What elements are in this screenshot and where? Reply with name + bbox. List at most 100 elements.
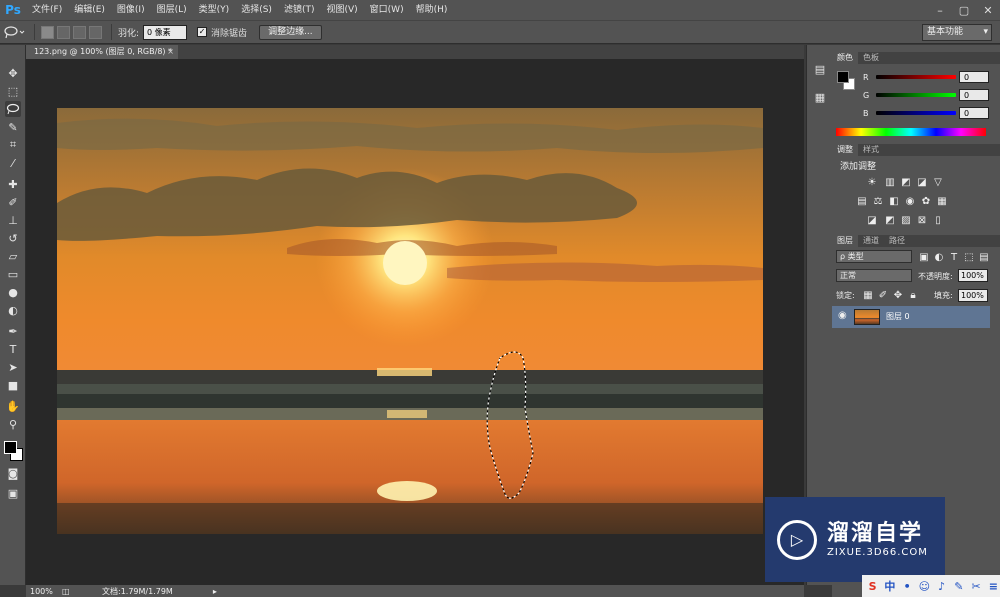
healing-brush-tool-icon[interactable]: ✚	[5, 176, 21, 192]
selective-color-icon[interactable]: ⊠	[916, 214, 928, 226]
screen-mode-icon[interactable]: ▣	[5, 485, 21, 501]
slider-r[interactable]: R 0	[836, 71, 996, 83]
intersect-selection-button[interactable]	[89, 25, 102, 39]
lock-pixels-icon[interactable]: ▦	[862, 289, 874, 301]
posterize-icon[interactable]: ◩	[884, 214, 896, 226]
lock-all-icon[interactable]: 🔒︎	[907, 289, 919, 301]
properties-panel-icon[interactable]: ▦	[812, 89, 828, 105]
subtract-selection-button[interactable]	[73, 25, 86, 39]
zoom-tool-icon[interactable]: ⚲	[5, 416, 21, 432]
document-tab[interactable]: 123.png @ 100% (图层 0, RGB/8) * ×	[26, 45, 178, 59]
tab-channels[interactable]: 通道	[858, 235, 884, 247]
hue-saturation-icon[interactable]: ▤	[856, 195, 868, 207]
vibrance-icon[interactable]: ▽	[932, 176, 944, 188]
slider-b-value[interactable]: 0	[959, 107, 989, 119]
menu-edit[interactable]: 编辑(E)	[68, 0, 111, 20]
minimize-button[interactable]: –	[928, 0, 952, 20]
menu-type[interactable]: 类型(Y)	[193, 0, 236, 20]
color-spectrum[interactable]	[836, 128, 986, 136]
color-balance-icon[interactable]: ⚖	[872, 195, 884, 207]
exposure-icon[interactable]: ◪	[916, 176, 928, 188]
tab-layers[interactable]: 图层	[832, 235, 858, 247]
shape-tool-icon[interactable]: ■	[5, 377, 21, 393]
restore-button[interactable]: ▢	[952, 0, 976, 20]
antialias-checkbox[interactable]: ✓	[197, 27, 208, 37]
black-white-icon[interactable]: ◧	[888, 195, 900, 207]
stamp-tool-icon[interactable]: ⊥	[5, 212, 21, 228]
menu-window[interactable]: 窗口(W)	[364, 0, 410, 20]
layer-name[interactable]: 图层 0	[886, 311, 910, 322]
brightness-icon[interactable]: ☀	[866, 176, 878, 188]
history-brush-tool-icon[interactable]: ↺	[5, 230, 21, 246]
gradient-tool-icon[interactable]: ▭	[5, 266, 21, 282]
filter-shape-icon[interactable]: ⬚	[963, 251, 975, 263]
ime-punct-icon[interactable]: •	[901, 579, 914, 593]
slider-r-track[interactable]	[876, 75, 956, 79]
slider-b-track[interactable]	[876, 111, 956, 115]
curves-icon[interactable]: ◩	[900, 176, 912, 188]
tab-paths[interactable]: 路径	[884, 235, 910, 247]
crop-tool-icon[interactable]: ⌗	[5, 137, 21, 153]
layer-row[interactable]: ◉ 图层 0	[832, 306, 990, 328]
close-icon[interactable]: ×	[167, 45, 174, 59]
filter-adjust-icon[interactable]: ◐	[933, 251, 945, 263]
feather-input[interactable]	[143, 24, 188, 40]
zoom-level[interactable]: 100%	[26, 587, 62, 596]
workspace-select[interactable]: 基本功能 ▾	[922, 24, 992, 41]
close-button[interactable]: ✕	[976, 0, 1000, 20]
type-tool-icon[interactable]: T	[5, 341, 21, 357]
threshold-icon[interactable]: ▨	[900, 214, 912, 226]
lock-position-icon[interactable]: ✥	[892, 289, 904, 301]
menu-view[interactable]: 视图(V)	[320, 0, 363, 20]
menu-layer[interactable]: 图层(L)	[151, 0, 193, 20]
filter-type-icon[interactable]: T	[948, 251, 960, 263]
photo-filter-icon[interactable]: ◉	[904, 195, 916, 207]
slider-b[interactable]: B 0	[836, 107, 996, 119]
filter-smart-icon[interactable]: ▤	[978, 251, 990, 263]
menu-image[interactable]: 图像(I)	[111, 0, 151, 20]
dodge-tool-icon[interactable]: ◐	[5, 302, 21, 318]
tab-adjustments[interactable]: 调整	[832, 144, 858, 156]
tab-swatches[interactable]: 色板	[858, 52, 884, 64]
add-selection-button[interactable]	[57, 25, 70, 39]
layer-filter-select[interactable]: ρ 类型	[836, 250, 912, 263]
invert-icon[interactable]: ◪	[866, 214, 878, 226]
hand-tool-icon[interactable]: ✋	[5, 398, 21, 414]
path-select-tool-icon[interactable]: ➤	[5, 359, 21, 375]
filter-image-icon[interactable]: ▣	[918, 251, 930, 263]
opacity-input[interactable]: 100%	[958, 269, 988, 282]
new-selection-button[interactable]	[41, 25, 54, 39]
slider-g-value[interactable]: 0	[959, 89, 989, 101]
ime-mic-icon[interactable]: ♪	[935, 579, 948, 593]
slider-g[interactable]: G 0	[836, 89, 996, 101]
ime-emoji-icon[interactable]: ☺	[918, 579, 931, 593]
history-panel-icon[interactable]: ▤	[812, 61, 828, 77]
status-arrow-icon[interactable]: ▸	[213, 587, 217, 596]
ime-logo-icon[interactable]: S	[866, 579, 879, 593]
color-lookup-icon[interactable]: ▦	[936, 195, 948, 207]
quick-mask-icon[interactable]: ◙	[5, 465, 21, 481]
blend-mode-select[interactable]: 正常	[836, 269, 912, 282]
menu-filter[interactable]: 滤镜(T)	[278, 0, 321, 20]
pen-tool-icon[interactable]: ✒	[5, 323, 21, 339]
slider-r-value[interactable]: 0	[959, 71, 989, 83]
ime-skin-icon[interactable]: ✎	[952, 579, 965, 593]
refine-edge-button[interactable]: 调整边缘...	[259, 24, 322, 40]
menu-select[interactable]: 选择(S)	[235, 0, 278, 20]
tab-styles[interactable]: 样式	[858, 144, 884, 156]
slider-g-track[interactable]	[876, 93, 956, 97]
ime-tools-icon[interactable]: ✂	[970, 579, 983, 593]
quick-select-tool-icon[interactable]: ✎	[5, 119, 21, 135]
foreground-color-swatch-top[interactable]	[4, 441, 17, 454]
marquee-tool-icon[interactable]: ⬚	[5, 83, 21, 99]
eye-icon[interactable]: ◉	[838, 310, 847, 321]
eraser-tool-icon[interactable]: ▱	[5, 248, 21, 264]
menu-help[interactable]: 帮助(H)	[410, 0, 454, 20]
sunset-photo[interactable]	[57, 108, 763, 534]
brush-tool-icon[interactable]: ✐	[5, 194, 21, 210]
lasso-tool-icon[interactable]	[5, 101, 21, 117]
move-tool-icon[interactable]: ✥	[5, 65, 21, 81]
fill-input[interactable]: 100%	[958, 289, 988, 302]
ime-chinese-icon[interactable]: 中	[883, 579, 896, 593]
menu-file[interactable]: 文件(F)	[26, 0, 68, 20]
